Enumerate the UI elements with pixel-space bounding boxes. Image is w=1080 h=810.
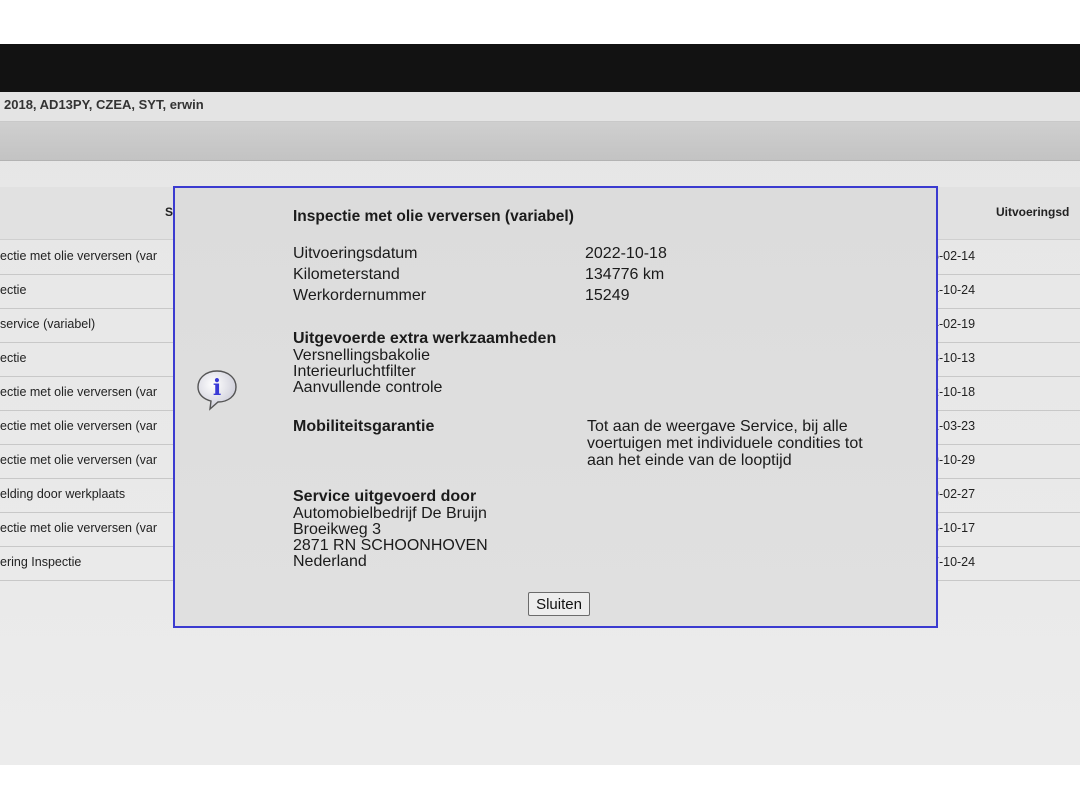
row-execution-date: 7-10-24	[932, 555, 976, 569]
service-detail-dialog: i Inspectie met olie verversen (variabel…	[173, 186, 938, 628]
value-mileage: 134776 km	[585, 266, 665, 283]
row-execution-date: 4-10-24	[932, 283, 976, 297]
mobility-line: aan het einde van de looptijd	[587, 452, 792, 469]
row-execution-date: 2-10-18	[932, 385, 976, 399]
window-title: 2018, AD13PY, CZEA, SYT, erwin	[0, 92, 1080, 122]
value-work-order-number: 15249	[585, 287, 630, 304]
mobility-line: Tot aan de weergave Service, bij alle	[587, 418, 848, 435]
monitor-photo: 2018, AD13PY, CZEA, SYT, erwin Sc Uitvoe…	[0, 0, 1080, 810]
row-service-name: service (variabel)	[0, 317, 96, 331]
row-execution-date: 6-02-14	[932, 249, 976, 263]
heading-extra-work: Uitgevoerde extra werkzaamheden	[293, 330, 557, 347]
row-service-name: ering Inspectie	[0, 555, 82, 569]
application-screen: 2018, AD13PY, CZEA, SYT, erwin Sc Uitvoe…	[0, 92, 1080, 765]
mobility-guarantee-text: Tot aan de weergave Service, bij alle vo…	[587, 418, 907, 469]
dialog-title: Inspectie met olie verversen (variabel)	[293, 208, 574, 225]
column-header-execution-date[interactable]: Uitvoeringsd	[996, 205, 1069, 219]
label-execution-date: Uitvoeringsdatum	[293, 245, 418, 262]
row-execution-date: 1-03-23	[932, 419, 976, 433]
extra-work-item: Aanvullende controle	[293, 379, 443, 396]
row-service-name: ectie met olie verversen (var	[0, 385, 158, 399]
monitor-bezel	[0, 44, 1080, 92]
row-service-name: ectie met olie verversen (var	[0, 453, 158, 467]
toolbar	[0, 122, 1080, 161]
row-service-name: ectie	[0, 283, 27, 297]
label-mileage: Kilometerstand	[293, 266, 400, 283]
info-icon: i	[197, 370, 237, 411]
row-execution-date: 9-02-27	[932, 487, 976, 501]
row-service-name: ectie	[0, 351, 27, 365]
row-execution-date: 8-10-17	[932, 521, 976, 535]
label-work-order-number: Werkordernummer	[293, 287, 427, 304]
svg-text:i: i	[213, 375, 221, 401]
heading-service-by: Service uitgevoerd door	[293, 488, 477, 505]
row-execution-date: 9-10-29	[932, 453, 976, 467]
heading-mobility-guarantee: Mobiliteitsgarantie	[293, 418, 435, 435]
value-execution-date: 2022-10-18	[585, 245, 667, 262]
close-button[interactable]: Sluiten	[528, 592, 590, 616]
service-address-country: Nederland	[293, 553, 367, 570]
row-service-name: elding door werkplaats	[0, 487, 126, 501]
mobility-line: voertuigen met individuele condities tot	[587, 435, 863, 452]
row-service-name: ectie met olie verversen (var	[0, 249, 158, 263]
row-service-name: ectie met olie verversen (var	[0, 521, 158, 535]
row-execution-date: 3-10-13	[932, 351, 976, 365]
row-execution-date: 4-02-19	[932, 317, 976, 331]
row-service-name: ectie met olie verversen (var	[0, 419, 158, 433]
